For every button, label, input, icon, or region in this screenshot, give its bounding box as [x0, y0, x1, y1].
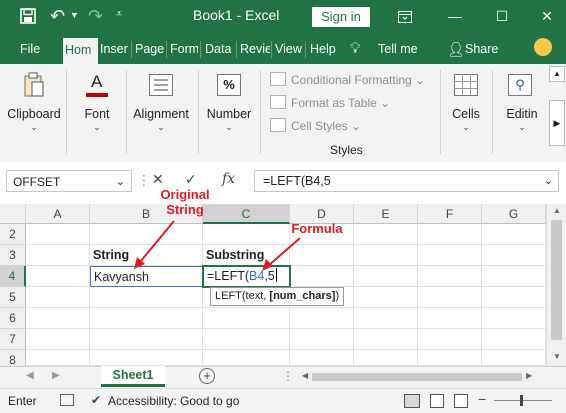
- scroll-left-icon[interactable]: ◀: [302, 371, 308, 380]
- status-bar: Enter ✔︎ Accessibility: Good to go −: [0, 388, 566, 413]
- page-break-preview-icon[interactable]: [454, 394, 468, 408]
- zoom-out-icon[interactable]: −: [478, 391, 486, 407]
- accessibility-icon[interactable]: ✔︎: [91, 393, 101, 407]
- zoom-slider-thumb[interactable]: [520, 395, 523, 406]
- sheet-tab-bar: ◀ ▶ Sheet1 + ⋮ ◀ ▶: [0, 366, 566, 389]
- sheet-tab-options-icon[interactable]: ⋮: [282, 369, 294, 383]
- add-sheet-icon[interactable]: +: [199, 368, 215, 384]
- horizontal-scroll-thumb[interactable]: [312, 373, 522, 381]
- zoom-slider[interactable]: [494, 400, 552, 401]
- page-layout-view-icon[interactable]: [430, 394, 444, 408]
- macro-recording-icon[interactable]: [60, 394, 74, 406]
- normal-view-icon[interactable]: [404, 394, 420, 408]
- sheet-tab-sheet1[interactable]: Sheet1: [101, 366, 165, 387]
- horizontal-scrollbar[interactable]: ◀ ▶: [300, 371, 536, 383]
- next-sheet-icon[interactable]: ▶: [52, 370, 60, 381]
- cell-mode: Enter: [8, 394, 37, 408]
- accessibility-status[interactable]: Accessibility: Good to go: [108, 394, 239, 408]
- previous-sheet-icon[interactable]: ◀: [26, 370, 34, 381]
- annotation-arrows: [134, 220, 301, 271]
- scroll-right-icon[interactable]: ▶: [526, 371, 532, 380]
